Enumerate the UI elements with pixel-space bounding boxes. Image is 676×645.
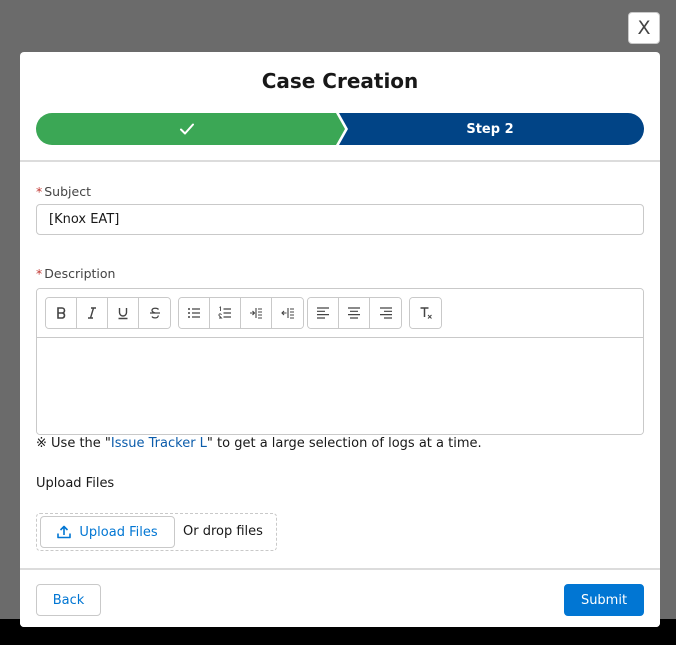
- indent-icon: [250, 308, 262, 319]
- check-icon: [180, 123, 194, 135]
- align-center-icon: [348, 307, 360, 319]
- hint-suffix: " to get a large selection of logs at a …: [206, 436, 482, 451]
- align-right-icon: [379, 307, 392, 319]
- strikethrough-icon: [149, 307, 160, 319]
- subject-input[interactable]: [36, 204, 644, 235]
- submit-button[interactable]: Submit: [564, 584, 644, 616]
- bold-button[interactable]: [46, 298, 77, 328]
- editor-toolbar: [37, 289, 643, 338]
- align-center-button[interactable]: [339, 298, 370, 328]
- align-right-button[interactable]: [370, 298, 401, 328]
- description-textarea[interactable]: [37, 338, 643, 434]
- italic-button[interactable]: [77, 298, 108, 328]
- back-button[interactable]: Back: [36, 584, 101, 616]
- required-mark: *: [36, 184, 43, 199]
- underline-icon: [118, 308, 128, 320]
- subject-label: * Subject: [36, 184, 91, 199]
- align-group: [307, 297, 402, 329]
- bold-icon: [57, 307, 66, 319]
- list-group: [178, 297, 304, 329]
- italic-icon: [88, 307, 96, 319]
- clear-group: [409, 297, 442, 329]
- step-progress: Step 2: [36, 113, 644, 145]
- drop-files-text: Or drop files: [183, 524, 263, 539]
- hint-prefix: ※ Use the ": [36, 436, 111, 451]
- bullet-list-icon: [188, 308, 200, 318]
- outdent-icon: [280, 308, 294, 319]
- strikethrough-button[interactable]: [139, 298, 170, 328]
- description-label: * Description: [36, 266, 115, 281]
- clear-format-button[interactable]: [410, 298, 441, 328]
- modal-body: *Subject *Description: [20, 162, 660, 568]
- description-editor: [36, 288, 644, 435]
- upload-files-label: Upload Files: [36, 476, 115, 491]
- align-left-button[interactable]: [308, 298, 339, 328]
- indent-button[interactable]: [241, 298, 272, 328]
- required-mark: *: [36, 266, 43, 281]
- numbered-list-icon: [218, 306, 231, 319]
- step-2-label: Step 2: [466, 121, 514, 137]
- description-label-text: Description: [44, 266, 116, 281]
- upload-icon: [57, 525, 72, 539]
- modal-footer: Back Submit: [20, 568, 660, 627]
- issue-tracker-link[interactable]: Issue Tracker L: [111, 436, 207, 451]
- numbered-list-button[interactable]: [210, 298, 241, 328]
- outdent-button[interactable]: [272, 298, 303, 328]
- format-group: [45, 297, 171, 329]
- log-hint: ※ Use the "Issue Tracker L" to get a lar…: [36, 436, 482, 451]
- upload-files-button-label: Upload Files: [79, 524, 158, 540]
- modal-header: Case Creation Step 2: [20, 52, 660, 162]
- clear-format-icon: [420, 307, 432, 319]
- page-title: Case Creation: [261, 69, 419, 93]
- close-button[interactable]: X: [628, 12, 660, 44]
- file-dropzone[interactable]: Upload Files Or drop files: [36, 513, 277, 551]
- underline-button[interactable]: [108, 298, 139, 328]
- case-creation-modal: Case Creation Step 2 *Subject *Descripti…: [20, 52, 660, 627]
- align-left-icon: [317, 307, 329, 319]
- upload-files-button[interactable]: Upload Files: [40, 516, 175, 548]
- subject-label-text: Subject: [44, 184, 91, 199]
- bullet-list-button[interactable]: [179, 298, 210, 328]
